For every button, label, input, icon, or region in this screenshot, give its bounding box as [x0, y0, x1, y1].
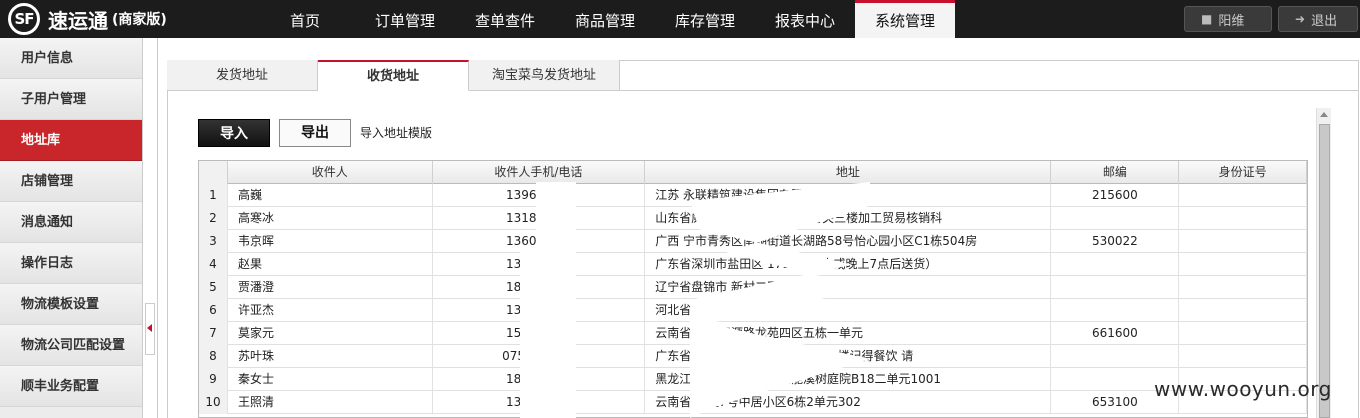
nav-tracking[interactable]: 查单查件: [455, 0, 555, 38]
logout-label: 退出: [1311, 13, 1338, 29]
id-number: [1179, 184, 1307, 207]
tab-cainiao-address[interactable]: 淘宝菜鸟发货地址: [469, 60, 620, 91]
export-button[interactable]: 导出: [279, 119, 351, 147]
nav-products[interactable]: 商品管理: [555, 0, 655, 38]
id-number: [1179, 230, 1307, 253]
nav-system[interactable]: 系统管理: [855, 0, 955, 38]
recipient-name: 高巍: [228, 184, 433, 207]
user-icon: ■: [1201, 12, 1213, 26]
import-template-link[interactable]: 导入地址模版: [360, 124, 432, 141]
top-bar: SF 速运通 (商家版) 首页 订单管理 查单查件 商品管理 库存管理 报表中心…: [0, 0, 1360, 38]
recipient-name: 赵果: [228, 253, 433, 276]
recipient-name: 韦京晖: [228, 230, 433, 253]
nav-reports[interactable]: 报表中心: [755, 0, 855, 38]
id-number: [1179, 322, 1307, 345]
postal-code: 661600: [1051, 322, 1180, 345]
sidebar-item-address-book[interactable]: 地址库: [0, 120, 142, 161]
sidebar-item-notifications[interactable]: 消息通知: [0, 202, 142, 243]
sidebar-item-shops[interactable]: 店铺管理: [0, 161, 142, 202]
sidebar-item-sf-business[interactable]: 顺丰业务配置: [0, 366, 142, 407]
id-number: [1179, 253, 1307, 276]
postal-code: [1051, 276, 1180, 299]
scroll-up-icon[interactable]: [1320, 112, 1328, 117]
tab-baseline: [620, 90, 1359, 91]
recipient-address: 广西 宁市青秀区南湖街道长湖路58号怡心园小区C1栋504房: [645, 230, 1052, 253]
postal-code: 215600: [1051, 184, 1180, 207]
postal-code: [1051, 299, 1180, 322]
id-number: [1179, 299, 1307, 322]
row-number: 5: [199, 276, 228, 299]
table-header: 收件人 收件人手机/电话 地址 邮编 身份证号: [199, 161, 1307, 184]
nav-home[interactable]: 首页: [255, 0, 355, 38]
redaction-mark: [520, 250, 560, 418]
user-name: 阳维: [1218, 13, 1245, 29]
user-button[interactable]: ■ 阳维: [1184, 6, 1272, 32]
column-header[interactable]: 邮编: [1051, 161, 1180, 184]
recipient-name: 贾潘澄: [228, 276, 433, 299]
brand-logo[interactable]: SF 速运通 (商家版): [8, 3, 167, 35]
row-number: 9: [199, 368, 228, 391]
import-button[interactable]: 导入: [198, 119, 270, 147]
postal-code: [1051, 253, 1180, 276]
postal-code: [1051, 207, 1180, 230]
recipient-name: 许亚杰: [228, 299, 433, 322]
sidebar-item-logs[interactable]: 操作日志: [0, 243, 142, 284]
logout-icon: ➜: [1295, 12, 1306, 26]
row-number: 10: [199, 391, 228, 414]
watermark: www.wooyun.org: [1154, 377, 1332, 401]
recipient-name: 王照清: [228, 391, 433, 414]
tab-sender-address[interactable]: 发货地址: [167, 60, 318, 91]
collapse-arrow-icon: [147, 324, 152, 332]
row-number-header: [199, 161, 228, 184]
sidebar-item-user-info[interactable]: 用户信息: [0, 38, 142, 79]
postal-code: [1051, 345, 1180, 368]
address-tabs: 发货地址 收货地址 淘宝菜鸟发货地址: [167, 60, 620, 91]
row-number: 2: [199, 207, 228, 230]
recipient-name: 秦女士: [228, 368, 433, 391]
vertical-scrollbar[interactable]: [1316, 108, 1331, 418]
recipient-name: 高寒冰: [228, 207, 433, 230]
sidebar: 用户信息 子用户管理 地址库 店铺管理 消息通知 操作日志 物流模板设置 物流公…: [0, 38, 143, 418]
main-nav: 首页 订单管理 查单查件 商品管理 库存管理 报表中心 系统管理: [255, 0, 955, 38]
sidebar-item-logistics-matching[interactable]: 物流公司匹配设置: [0, 325, 142, 366]
sidebar-item-sub-users[interactable]: 子用户管理: [0, 79, 142, 120]
sidebar-collapse-toggle[interactable]: [145, 303, 155, 355]
id-number: [1179, 276, 1307, 299]
brand-edition: (商家版): [112, 12, 167, 28]
column-header[interactable]: 收件人: [228, 161, 433, 184]
row-number: 6: [199, 299, 228, 322]
nav-orders[interactable]: 订单管理: [355, 0, 455, 38]
column-header[interactable]: 收件人手机/电话: [433, 161, 646, 184]
recipient-name: 苏叶珠: [228, 345, 433, 368]
id-number: [1179, 207, 1307, 230]
sidebar-item-logistics-template[interactable]: 物流模板设置: [0, 284, 142, 325]
row-number: 4: [199, 253, 228, 276]
nav-inventory[interactable]: 库存管理: [655, 0, 755, 38]
column-header[interactable]: 身份证号: [1179, 161, 1307, 184]
row-number: 7: [199, 322, 228, 345]
postal-code: 530022: [1051, 230, 1180, 253]
id-number: [1179, 345, 1307, 368]
brand-name: 速运通: [48, 8, 108, 33]
row-number: 1: [199, 184, 228, 207]
row-number: 3: [199, 230, 228, 253]
column-header[interactable]: 地址: [645, 161, 1052, 184]
logout-button[interactable]: ➜ 退出: [1278, 6, 1358, 32]
sf-logo-icon: SF: [8, 3, 40, 35]
row-number: 8: [199, 345, 228, 368]
scroll-thumb[interactable]: [1319, 124, 1330, 418]
divider: [157, 38, 158, 418]
recipient-name: 莫家元: [228, 322, 433, 345]
tab-receiver-address[interactable]: 收货地址: [318, 60, 469, 91]
